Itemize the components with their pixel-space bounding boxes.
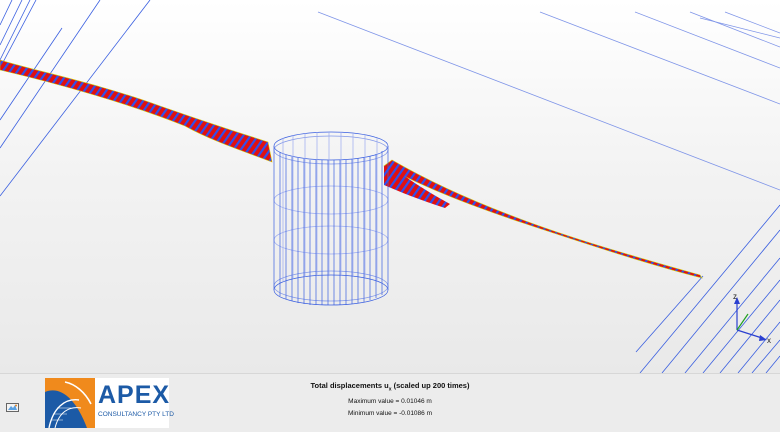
displacement-band-left [0, 59, 273, 163]
plaxis-output-window: z x APEX CONSULTANCY PTY LTD Total displ… [0, 0, 780, 432]
apex-logo-tagline: CONSULTANCY PTY LTD [98, 411, 174, 418]
view-settings-icon[interactable] [6, 400, 20, 412]
legend-title: Total displacements ux (scaled up 200 ti… [250, 380, 530, 396]
3d-viewport[interactable]: z x [0, 0, 780, 373]
axis-label-x: x [767, 336, 771, 345]
cofferdam-cylinder [273, 131, 389, 306]
legend-scale-note: (scaled up 200 times) [393, 381, 470, 390]
legend-min-value: Minimum value = -0.01086 m [348, 409, 432, 417]
apex-logo-name: APEX [98, 381, 171, 409]
model-scene: z x [0, 0, 780, 373]
legend-title-component: x [388, 386, 392, 393]
legend-title-text: Total displacements u [310, 381, 389, 390]
result-legend: Total displacements ux (scaled up 200 ti… [250, 380, 530, 420]
axis-label-z: z [733, 292, 737, 301]
mesh-lines-right [635, 204, 780, 373]
legend-max-value: Maximum value = 0.01046 m [348, 397, 432, 405]
apex-logo-mark-icon [45, 378, 95, 428]
displacement-band-right [383, 159, 703, 279]
apex-logo: APEX CONSULTANCY PTY LTD [45, 378, 174, 428]
